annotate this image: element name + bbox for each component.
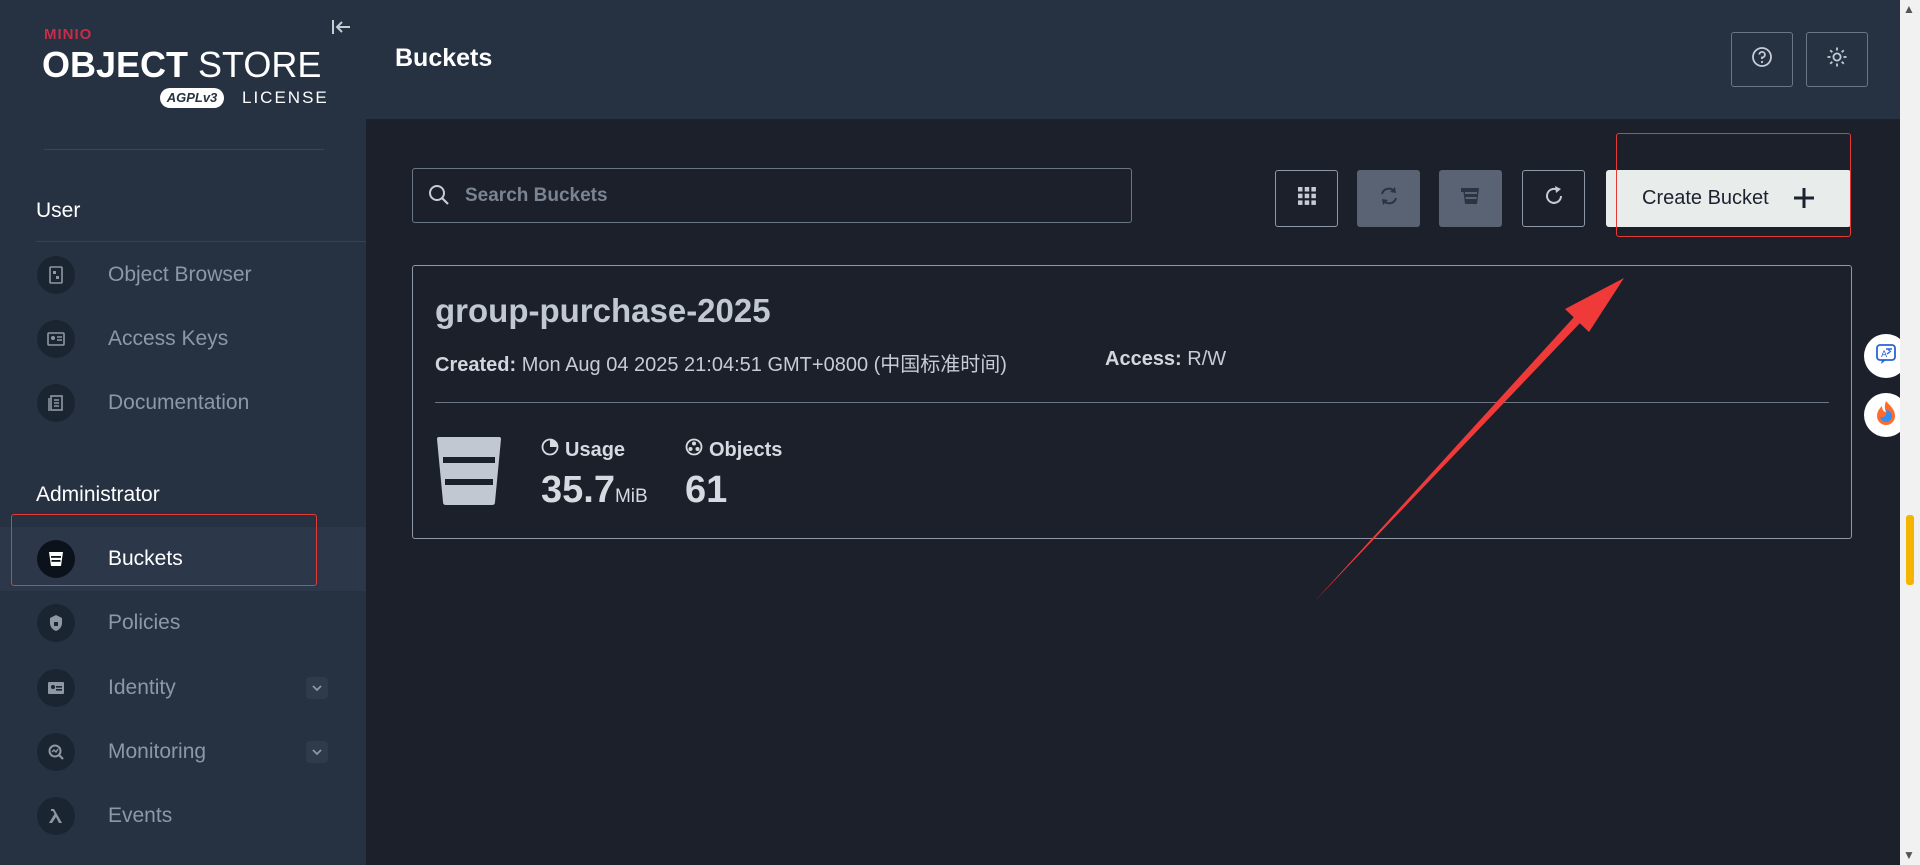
scroll-thumb[interactable] (1906, 515, 1914, 585)
documentation-icon (37, 384, 75, 422)
bucket-card[interactable]: group-purchase-2025 Created: Mon Aug 04 … (412, 265, 1852, 539)
search-icon (427, 183, 451, 212)
lifecycle-button[interactable] (1439, 170, 1502, 227)
created-value: Mon Aug 04 2025 21:04:51 GMT+0800 (中国标准时… (521, 354, 1007, 376)
sidebar-item-identity[interactable]: Identity (0, 656, 366, 720)
usage-label: Usage (565, 438, 626, 461)
logo-brand: MINIO (44, 26, 93, 43)
sidebar-item-documentation[interactable]: Documentation (0, 371, 366, 435)
access-value: R/W (1187, 348, 1227, 370)
sidebar-item-label: Identity (108, 676, 176, 699)
flame-icon (1871, 398, 1901, 433)
sidebar-item-events[interactable]: Events (0, 784, 366, 848)
pie-chart-icon (541, 438, 565, 462)
sidebar-item-label: Access Keys (108, 327, 229, 350)
refresh-button[interactable] (1522, 170, 1585, 227)
object-browser-icon (37, 256, 75, 294)
bucket-access: Access: R/W (1105, 348, 1226, 371)
card-divider (435, 402, 1829, 403)
chevron-down-icon[interactable] (306, 741, 328, 763)
search-input[interactable] (463, 183, 1107, 208)
bucket-lifecycle-icon (1460, 185, 1482, 212)
minio-logo: MINIO OBJECT STORE AGPLv3 LICENSE (42, 24, 332, 114)
lambda-icon (37, 797, 75, 835)
bucket-icon (435, 436, 503, 511)
sidebar-item-monitoring[interactable]: Monitoring (0, 720, 366, 784)
grid-view-button[interactable] (1275, 170, 1338, 227)
bucket-created: Created: Mon Aug 04 2025 21:04:51 GMT+08… (435, 348, 1007, 377)
objects-icon (685, 438, 709, 462)
created-label: Created: (435, 354, 517, 376)
create-bucket-button[interactable]: Create Bucket (1606, 170, 1851, 227)
sidebar-item-object-browser[interactable]: Object Browser (0, 243, 366, 307)
page-header (366, 0, 1900, 119)
usage-header: Usage (541, 438, 625, 462)
sun-icon (1826, 46, 1848, 73)
access-keys-icon (37, 320, 75, 358)
policy-icon (37, 604, 75, 642)
bucket-icon (37, 540, 75, 578)
objects-header: Objects (685, 438, 782, 462)
replication-button[interactable] (1357, 170, 1420, 227)
sidebar-item-label: Policies (108, 611, 181, 634)
search-box[interactable] (412, 168, 1132, 223)
page-title: Buckets (395, 44, 493, 72)
plus-icon (1792, 186, 1816, 215)
usage-value: 35.7 (541, 469, 615, 511)
theme-toggle-button[interactable] (1806, 32, 1868, 87)
agpl-badge: AGPLv3 (160, 88, 224, 108)
sidebar-item-label: Events (108, 804, 173, 827)
sidebar-item-label: Buckets (108, 547, 183, 570)
logo-product-store: STORE (198, 44, 322, 85)
grid-icon (1297, 186, 1317, 211)
scroll-down-icon[interactable]: ▼ (1903, 848, 1915, 862)
logo-product-object: OBJECT (42, 44, 189, 85)
usage-unit: MiB (614, 486, 648, 507)
sidebar-divider (44, 149, 324, 150)
identity-icon (37, 669, 75, 707)
access-label: Access: (1105, 348, 1182, 370)
page-scrollbar[interactable] (1900, 0, 1920, 865)
section-title-user: User (36, 199, 81, 222)
translate-icon: A (1874, 342, 1898, 371)
objects-label: Objects (709, 438, 783, 461)
section-title-administrator: Administrator (36, 483, 160, 506)
section-line (36, 241, 366, 242)
objects-value: 61 (685, 469, 728, 511)
svg-text:A: A (1881, 350, 1888, 360)
help-button[interactable] (1731, 32, 1793, 87)
help-icon (1751, 46, 1773, 73)
refresh-icon (1543, 185, 1565, 212)
sidebar-item-buckets[interactable]: Buckets (0, 527, 366, 591)
sidebar-item-label: Object Browser (108, 263, 252, 286)
replication-icon (1378, 185, 1400, 212)
sidebar-item-access-keys[interactable]: Access Keys (0, 307, 366, 371)
chevron-down-icon[interactable] (306, 677, 328, 699)
sidebar-item-label: Monitoring (108, 740, 207, 763)
logo-license: LICENSE (242, 88, 329, 107)
usage-value-wrap: 35.7MiB (541, 469, 648, 512)
scroll-up-icon[interactable]: ▲ (1903, 2, 1915, 16)
monitoring-icon (37, 733, 75, 771)
sidebar-item-policies[interactable]: Policies (0, 591, 366, 655)
collapse-sidebar-icon[interactable] (330, 16, 354, 40)
bucket-name[interactable]: group-purchase-2025 (435, 292, 771, 330)
create-bucket-label: Create Bucket (1642, 187, 1769, 209)
sidebar-item-label: Documentation (108, 391, 250, 414)
